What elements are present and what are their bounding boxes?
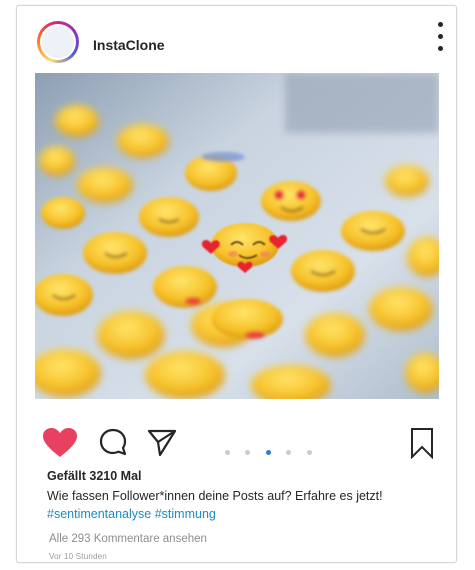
hashtag-list: #sentimentanalyse #stimmung (47, 507, 216, 521)
paper-plane-icon[interactable] (146, 427, 178, 457)
post-card: InstaClone Gefällt 3210 Mal Wie fassen F… (16, 5, 457, 563)
bookmark-icon[interactable] (410, 427, 434, 459)
post-image[interactable] (35, 73, 439, 399)
vertical-dots-icon[interactable] (434, 22, 446, 58)
username[interactable]: InstaClone (93, 37, 165, 53)
hashtag-link[interactable]: #sentimentanalyse (47, 507, 151, 521)
post-timestamp: Vor 10 Stunden (49, 552, 107, 561)
action-bar (17, 411, 456, 459)
speech-bubble-icon[interactable] (98, 427, 128, 457)
carousel-dot[interactable] (286, 450, 292, 456)
avatar-ring[interactable] (37, 21, 79, 63)
carousel-dot[interactable] (306, 450, 312, 456)
avatar[interactable] (40, 24, 76, 60)
carousel-dot-active[interactable] (265, 450, 271, 456)
heart-icon[interactable] (43, 428, 77, 458)
hashtag-link[interactable]: #stimmung (155, 507, 216, 521)
carousel-dot[interactable] (245, 450, 251, 456)
likes-count[interactable]: Gefällt 3210 Mal (47, 469, 142, 483)
post-caption: Wie fassen Follower*innen deine Posts au… (47, 489, 383, 503)
view-comments-link[interactable]: Alle 293 Kommentare ansehen (49, 533, 207, 545)
carousel-indicator (225, 444, 323, 456)
post-header: InstaClone (17, 6, 456, 72)
carousel-dot[interactable] (225, 450, 230, 456)
